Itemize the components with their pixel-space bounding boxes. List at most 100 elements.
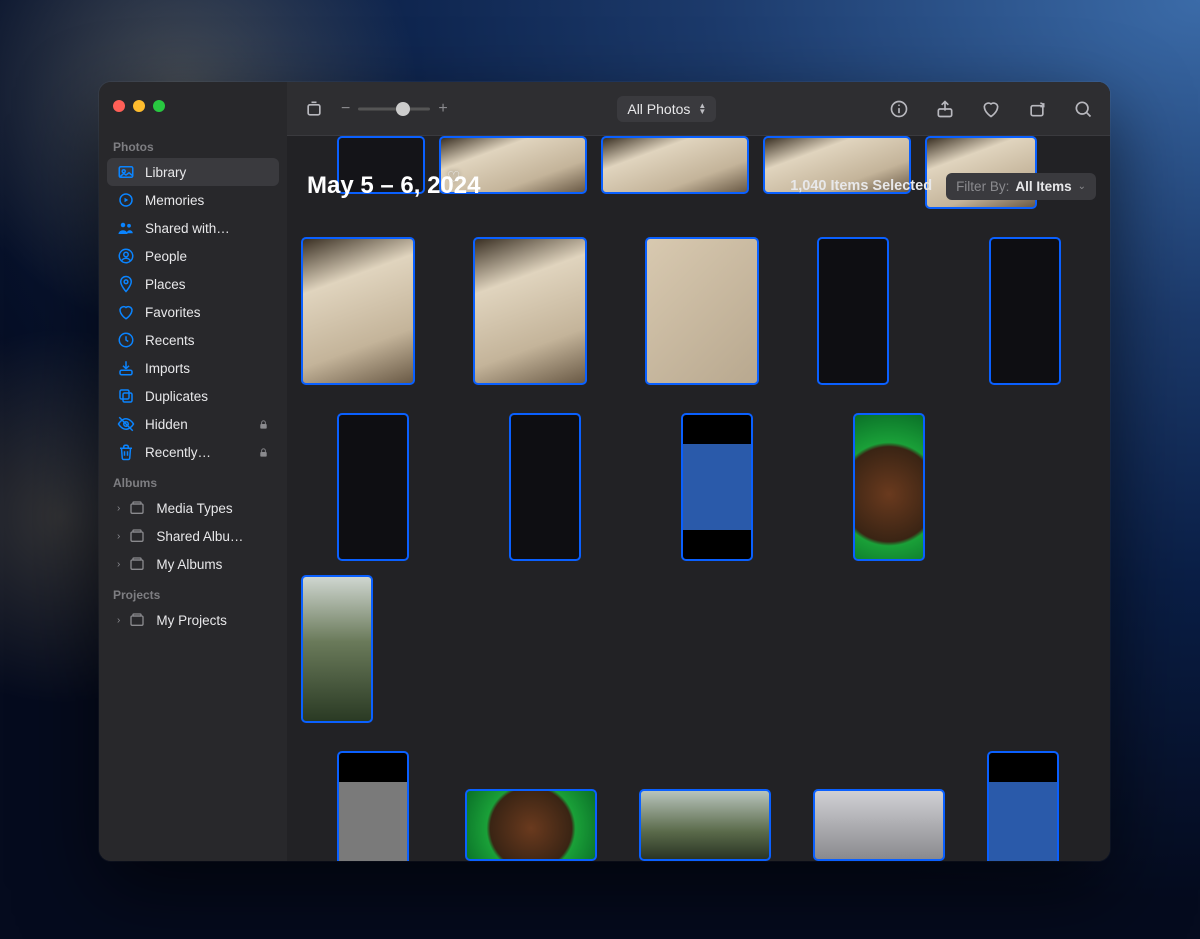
sidebar-section-photos: Photos [99, 130, 287, 158]
favorite-button[interactable] [978, 96, 1004, 122]
photo-thumbnail[interactable] [813, 789, 945, 861]
sidebar-item-label: Memories [145, 193, 269, 208]
filter-value: All Items [1015, 179, 1071, 194]
sidebar-item-my-albums[interactable]: › My Albums [107, 550, 279, 578]
zoom-in-icon[interactable]: + [438, 100, 447, 118]
chevron-down-icon: ⌄ [1078, 181, 1086, 192]
duplicates-icon [117, 387, 135, 405]
sidebar-item-label: People [145, 249, 269, 264]
main-panel: − + All Photos ▲▼ [287, 82, 1110, 861]
photo-thumbnail[interactable] [989, 237, 1061, 385]
folder-icon [128, 499, 146, 517]
sidebar-item-label: Recently… [145, 445, 248, 460]
sidebar-item-shared-albums[interactable]: › Shared Albu… [107, 522, 279, 550]
sidebar-item-memories[interactable]: Memories [107, 186, 279, 214]
sidebar-item-label: Places [145, 277, 269, 292]
window-controls [99, 94, 287, 130]
sidebar-item-hidden[interactable]: Hidden [107, 410, 279, 438]
share-button[interactable] [932, 96, 958, 122]
folder-icon [128, 527, 146, 545]
photo-thumbnail[interactable] [337, 751, 409, 861]
rotate-button[interactable] [1024, 96, 1050, 122]
library-icon [117, 163, 135, 181]
photo-grid[interactable]: ♡ [287, 136, 1110, 861]
download-icon [117, 359, 135, 377]
sidebar-item-label: Shared Albu… [156, 529, 269, 544]
photo-thumbnail[interactable] [853, 413, 925, 561]
folder-icon [128, 555, 146, 573]
view-selector-label: All Photos [627, 101, 690, 117]
photo-thumbnail[interactable] [817, 237, 889, 385]
photo-thumbnail[interactable] [681, 413, 753, 561]
toolbar: − + All Photos ▲▼ [287, 82, 1110, 136]
zoom-control[interactable]: − + [341, 100, 448, 118]
hidden-icon [117, 415, 135, 433]
sidebar-item-label: Imports [145, 361, 269, 376]
sidebar-item-label: Shared with… [145, 221, 269, 236]
photo-thumbnail[interactable] [465, 789, 597, 861]
people-icon [117, 247, 135, 265]
sidebar-item-label: My Albums [156, 557, 269, 572]
fullscreen-button[interactable] [153, 100, 165, 112]
selection-count: 1,040 Items Selected [790, 178, 932, 194]
sidebar-item-library[interactable]: Library [107, 158, 279, 186]
sidebar-item-recents[interactable]: Recents [107, 326, 279, 354]
sidebar-item-label: Media Types [156, 501, 269, 516]
minimize-button[interactable] [133, 100, 145, 112]
sidebar-item-media-types[interactable]: › Media Types [107, 494, 279, 522]
sidebar-item-label: Duplicates [145, 389, 269, 404]
heart-icon [117, 303, 135, 321]
sidebar-item-favorites[interactable]: Favorites [107, 298, 279, 326]
shared-icon [117, 219, 135, 237]
chevron-right-icon: › [117, 503, 120, 514]
sidebar-item-places[interactable]: Places [107, 270, 279, 298]
folder-icon [128, 611, 146, 629]
photo-thumbnail[interactable] [301, 575, 373, 723]
zoom-slider[interactable] [358, 101, 430, 117]
view-selector[interactable]: All Photos ▲▼ [617, 96, 716, 122]
photo-thumbnail[interactable] [337, 413, 409, 561]
sidebar-item-label: Recents [145, 333, 269, 348]
grid-header-overlay: May 5 – 6, 2024 1,040 Items Selected Fil… [307, 172, 1096, 200]
sidebar-item-people[interactable]: People [107, 242, 279, 270]
photo-thumbnail[interactable] [645, 237, 759, 385]
chevron-right-icon: › [117, 559, 120, 570]
filter-label: Filter By: [956, 179, 1009, 194]
lock-icon [258, 447, 269, 458]
chevron-right-icon: › [117, 615, 120, 626]
trash-icon [117, 443, 135, 461]
filter-button[interactable]: Filter By: All Items ⌄ [946, 173, 1096, 200]
photo-thumbnail[interactable] [301, 237, 415, 385]
photo-thumbnail[interactable] [987, 751, 1059, 861]
sidebar-item-recently-deleted[interactable]: Recently… [107, 438, 279, 466]
sidebar-item-shared[interactable]: Shared with… [107, 214, 279, 242]
sidebar-section-albums: Albums [99, 466, 287, 494]
sidebar-item-label: My Projects [156, 613, 269, 628]
photo-thumbnail[interactable] [473, 237, 587, 385]
photo-grid-area: May 5 – 6, 2024 1,040 Items Selected Fil… [287, 136, 1110, 861]
lock-icon [258, 419, 269, 430]
info-button[interactable] [886, 96, 912, 122]
updown-icon: ▲▼ [698, 103, 706, 115]
toolbar-right [886, 96, 1096, 122]
chevron-right-icon: › [117, 531, 120, 542]
sidebar-item-imports[interactable]: Imports [107, 354, 279, 382]
zoom-out-icon[interactable]: − [341, 100, 350, 118]
sidebar-item-duplicates[interactable]: Duplicates [107, 382, 279, 410]
sidebar-item-label: Hidden [145, 417, 248, 432]
sidebar: Photos Library Memories Shared with… Peo… [99, 82, 287, 861]
sidebar-item-my-projects[interactable]: › My Projects [107, 606, 279, 634]
photo-thumbnail[interactable] [639, 789, 771, 861]
close-button[interactable] [113, 100, 125, 112]
places-icon [117, 275, 135, 293]
date-header: May 5 – 6, 2024 [307, 172, 480, 200]
sidebar-item-label: Library [145, 165, 269, 180]
search-button[interactable] [1070, 96, 1096, 122]
aspect-button[interactable] [301, 96, 327, 122]
photo-thumbnail[interactable] [509, 413, 581, 561]
app-window: Photos Library Memories Shared with… Peo… [99, 82, 1110, 861]
sidebar-item-label: Favorites [145, 305, 269, 320]
memories-icon [117, 191, 135, 209]
clock-icon [117, 331, 135, 349]
sidebar-section-projects: Projects [99, 578, 287, 606]
